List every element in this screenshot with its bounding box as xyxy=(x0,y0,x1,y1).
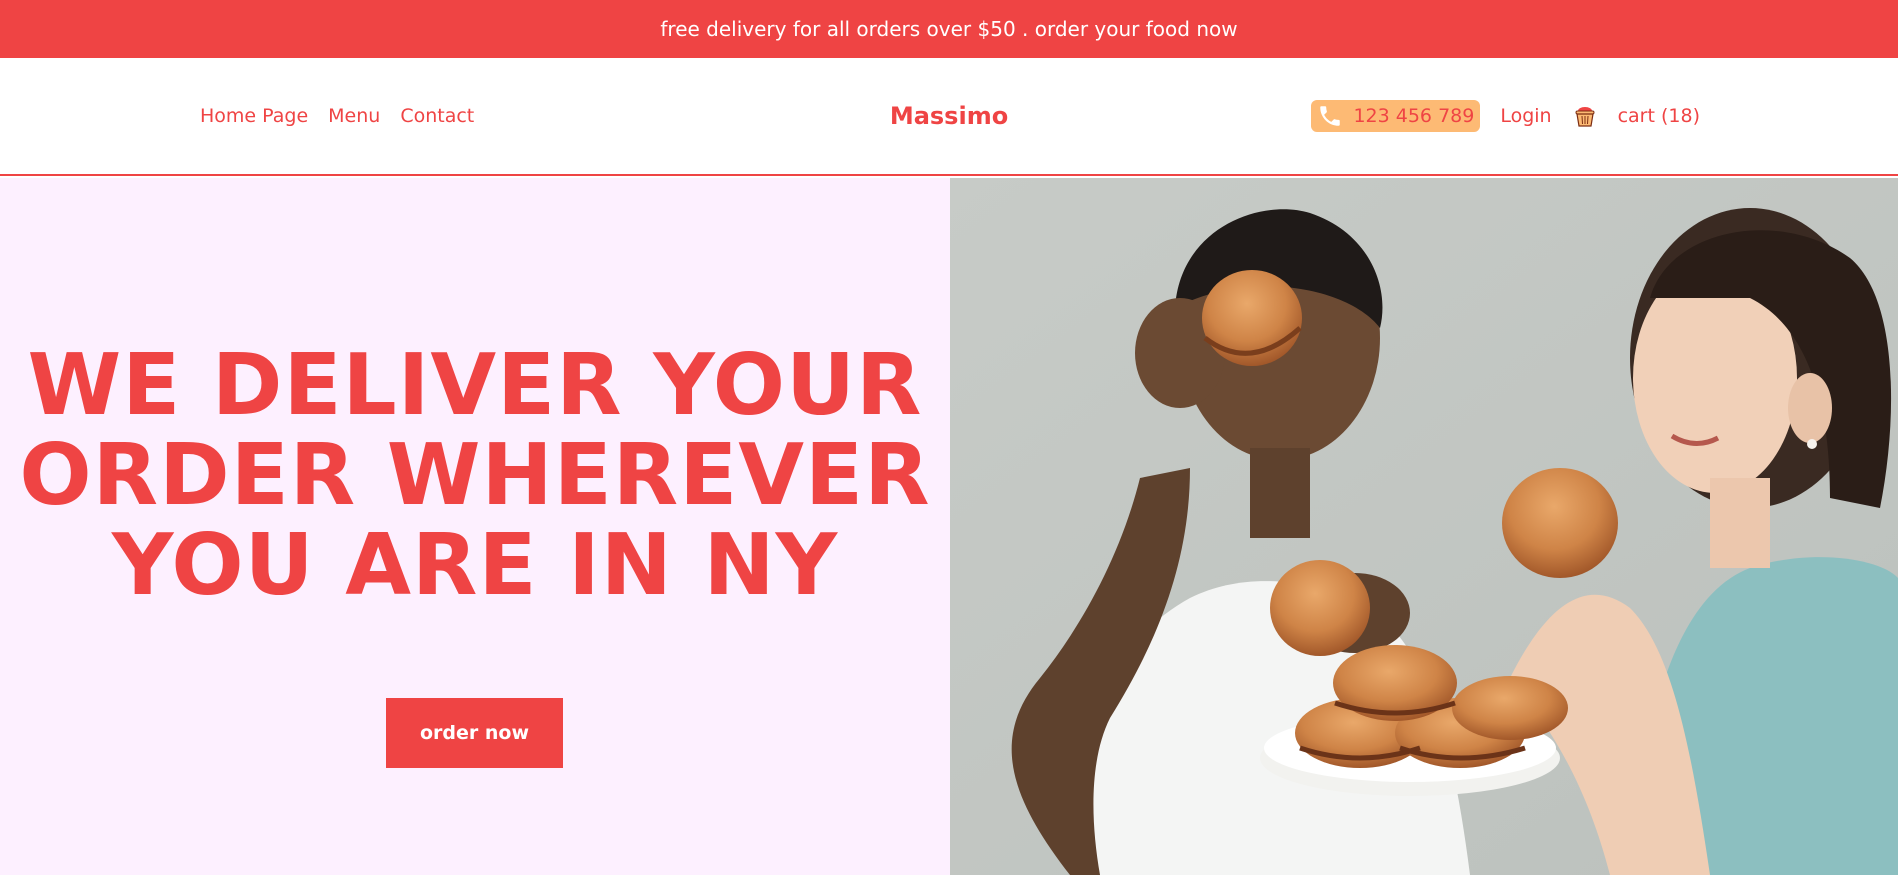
nav-home-link[interactable]: Home Page xyxy=(200,105,308,127)
hero-title-line: WE DELIVER YOUR xyxy=(27,336,923,435)
nav-contact-link[interactable]: Contact xyxy=(400,105,474,127)
hero-title-line: YOU ARE IN NY xyxy=(111,516,839,615)
burgers-photo xyxy=(950,178,1898,875)
hero-title-line: ORDER WHEREVER xyxy=(19,426,931,525)
promo-banner: free delivery for all orders over $50 . … xyxy=(0,0,1898,58)
promo-text: free delivery for all orders over $50 . … xyxy=(660,17,1238,41)
main-nav: Home Page Menu Contact xyxy=(200,58,474,174)
site-header: Home Page Menu Contact Massimo 123 456 7… xyxy=(0,58,1898,176)
basket-icon[interactable] xyxy=(1572,103,1598,129)
login-link[interactable]: Login xyxy=(1500,105,1551,127)
cart-link[interactable]: cart (18) xyxy=(1618,105,1700,127)
hero-image xyxy=(950,178,1898,875)
hero-panel: WE DELIVER YOUR ORDER WHEREVER YOU ARE I… xyxy=(0,178,950,875)
order-now-button[interactable]: order now xyxy=(386,698,563,768)
hero-title: WE DELIVER YOUR ORDER WHEREVER YOU ARE I… xyxy=(0,341,950,611)
phone-contact[interactable]: 123 456 789 xyxy=(1311,100,1481,132)
phone-icon xyxy=(1317,103,1343,129)
phone-number: 123 456 789 xyxy=(1353,105,1475,127)
nav-menu-link[interactable]: Menu xyxy=(328,105,380,127)
header-actions: 123 456 789 Login cart (18) xyxy=(1311,58,1700,174)
